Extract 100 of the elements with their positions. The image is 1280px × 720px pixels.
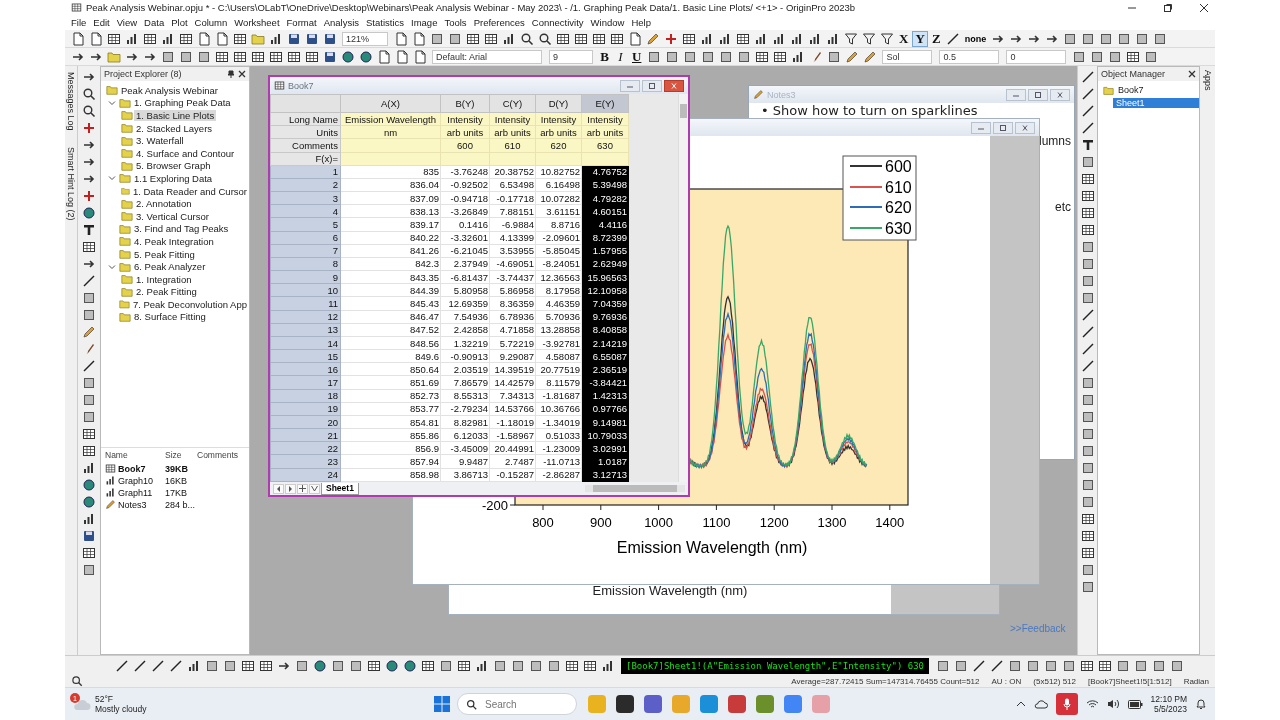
- tree-item[interactable]: 4. Surface and Contour: [134, 147, 237, 159]
- search-field[interactable]: Search: [483, 697, 563, 711]
- table-icon[interactable]: [1080, 546, 1095, 560]
- scrollbar[interactable]: [585, 485, 685, 492]
- square-icon[interactable]: [1080, 444, 1095, 458]
- column-header[interactable]: B(Y): [440, 94, 490, 113]
- close-button[interactable]: [1015, 121, 1035, 134]
- tree-item[interactable]: 3. Find and Tag Peaks: [132, 223, 231, 235]
- tree-item[interactable]: 2. Stacked Layers: [134, 122, 215, 134]
- menu-item[interactable]: Column: [194, 17, 228, 28]
- speaker-icon[interactable]: [1106, 699, 1120, 709]
- column-header[interactable]: C(Y): [489, 94, 536, 113]
- clock-date[interactable]: 5/5/2023: [1153, 704, 1187, 714]
- magnifier-icon[interactable]: [82, 104, 96, 118]
- tree-item[interactable]: 5. Peak Fitting: [132, 248, 197, 260]
- square-icon[interactable]: [1080, 376, 1095, 390]
- circle-button[interactable]: [357, 48, 374, 65]
- file-name[interactable]: Graph10: [118, 475, 154, 486]
- square-icon[interactable]: [1080, 155, 1095, 169]
- side-tab[interactable]: Messages Log: [66, 72, 76, 131]
- square-icon[interactable]: [1080, 410, 1095, 424]
- sheet-tab[interactable]: Sheet1: [321, 482, 359, 495]
- circle-icon[interactable]: [82, 495, 96, 509]
- close-icon[interactable]: [1199, 2, 1209, 13]
- file-name[interactable]: Book7: [118, 463, 146, 474]
- search-bar[interactable]: Search: [457, 693, 577, 715]
- menu-item[interactable]: File: [71, 17, 87, 28]
- file-name[interactable]: Graph11: [118, 487, 153, 498]
- square-icon[interactable]: [1080, 580, 1095, 594]
- circle-button[interactable]: [383, 657, 400, 674]
- menu-item[interactable]: View: [116, 17, 138, 28]
- menu-item[interactable]: Window: [590, 17, 625, 28]
- tree-item[interactable]: 2. Peak Fitting: [134, 286, 199, 298]
- side-tab[interactable]: Apps: [1202, 70, 1213, 655]
- app-icon[interactable]: [644, 695, 662, 713]
- square-icon[interactable]: [1080, 427, 1095, 441]
- circle-icon[interactable]: [82, 478, 96, 492]
- line-icon[interactable]: [1080, 308, 1095, 322]
- tree-item[interactable]: 7. Peak Deconvolution App: [130, 298, 249, 310]
- square-icon[interactable]: [1080, 274, 1095, 288]
- pin-icon[interactable]: [227, 70, 235, 78]
- previous-button[interactable]: [273, 483, 284, 494]
- menu-item[interactable]: Image: [411, 17, 438, 28]
- square-icon[interactable]: [1080, 257, 1095, 271]
- line-icon[interactable]: [1080, 342, 1095, 356]
- tree-item[interactable]: 1. Basic Line Plots: [134, 110, 217, 121]
- menu-item[interactable]: Preferences: [473, 17, 525, 28]
- menu-item[interactable]: Edit: [93, 17, 110, 28]
- circle-icon[interactable]: [82, 206, 96, 220]
- cloud-icon[interactable]: [73, 697, 91, 711]
- cloud-icon[interactable]: [1033, 699, 1048, 709]
- add-sheet-button[interactable]: [297, 483, 308, 494]
- column-header[interactable]: A(X): [340, 94, 441, 113]
- tree-item[interactable]: Sheet1: [1113, 97, 1199, 108]
- battery-icon[interactable]: [1127, 699, 1143, 709]
- clock-time[interactable]: 12:10 PM: [1150, 694, 1187, 704]
- tree-item[interactable]: 5. Browser Graph: [134, 160, 213, 172]
- square-icon[interactable]: [1080, 563, 1095, 577]
- font-combo[interactable]: Default: Arial: [432, 49, 542, 64]
- tree-item[interactable]: 6. Peak Analyzer: [132, 261, 208, 273]
- circle-button[interactable]: [311, 657, 328, 674]
- square-icon[interactable]: [1080, 478, 1095, 492]
- table-icon[interactable]: [82, 546, 96, 560]
- square-icon[interactable]: [1080, 291, 1095, 305]
- square-icon[interactable]: [1080, 461, 1095, 475]
- next-button[interactable]: [285, 483, 296, 494]
- text-tool-icon[interactable]: [1080, 138, 1095, 152]
- square-icon[interactable]: [1080, 495, 1095, 509]
- menu-item[interactable]: Connectivity: [531, 17, 584, 28]
- square-icon[interactable]: [82, 410, 96, 424]
- column-header[interactable]: Size: [165, 450, 197, 462]
- column-header[interactable]: D(Y): [535, 94, 582, 113]
- square-icon[interactable]: [82, 291, 96, 305]
- menu-item[interactable]: Format: [286, 17, 317, 28]
- line-icon[interactable]: [82, 359, 96, 373]
- plus-icon[interactable]: [82, 189, 96, 203]
- file-name[interactable]: Notes3: [118, 499, 147, 510]
- line-icon[interactable]: [1080, 325, 1095, 339]
- square-icon[interactable]: [82, 308, 96, 322]
- close-button[interactable]: [1050, 88, 1070, 101]
- tree-item[interactable]: 4. Peak Integration: [132, 235, 216, 247]
- sheet-list-button[interactable]: [309, 483, 320, 494]
- format-button[interactable]: B: [597, 48, 612, 65]
- tree-item[interactable]: Book7: [1115, 85, 1147, 96]
- column-header[interactable]: Comments: [197, 450, 247, 462]
- scrollbar-thumb[interactable]: [593, 485, 677, 492]
- axis-button[interactable]: Z: [928, 30, 944, 47]
- line-style-combo[interactable]: Sol: [882, 49, 933, 64]
- square-icon[interactable]: [82, 376, 96, 390]
- square-icon[interactable]: [82, 563, 96, 577]
- side-tab[interactable]: Smart Hint Log (2): [66, 146, 76, 221]
- tree-item[interactable]: 1. Integration: [134, 273, 194, 285]
- restore-icon[interactable]: [1163, 2, 1173, 13]
- axis-button[interactable]: X: [896, 30, 912, 47]
- table-icon[interactable]: [1080, 189, 1095, 203]
- line-icon[interactable]: [1080, 87, 1095, 101]
- number-combo[interactable]: 0: [1006, 49, 1067, 64]
- line-icon[interactable]: [1080, 70, 1095, 84]
- menu-item[interactable]: Plot: [171, 17, 188, 28]
- menu-item[interactable]: Worksheet: [234, 17, 280, 28]
